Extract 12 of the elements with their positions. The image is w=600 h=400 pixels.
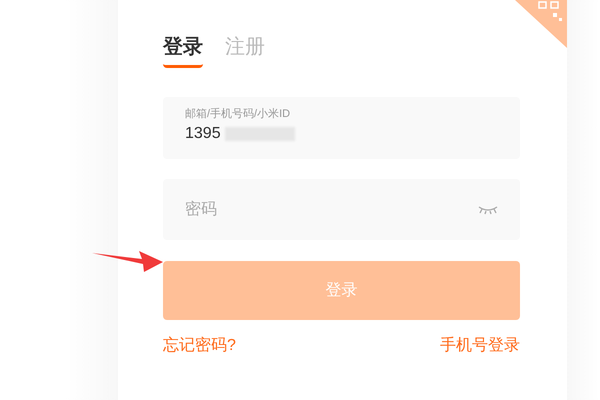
link[interactable]: 忘记密码? — [163, 334, 236, 358]
account-input[interactable]: 1395 — [185, 122, 225, 146]
arrow-icon — [91, 248, 164, 273]
tab[interactable]: 登录 — [163, 33, 203, 68]
qr-code-corner-icon[interactable] — [515, 0, 567, 48]
account-field[interactable]: 邮箱/手机号码/小米ID 1395 — [163, 97, 520, 159]
link[interactable]: 手机号登录 — [440, 334, 520, 358]
password-input[interactable]: 密码 — [185, 198, 478, 222]
tab[interactable]: 注册 — [225, 33, 265, 68]
field-label: 邮箱/手机号码/小米ID — [185, 107, 292, 122]
closed-eye-icon[interactable] — [478, 204, 498, 214]
password-field[interactable]: 密码 — [163, 179, 520, 240]
